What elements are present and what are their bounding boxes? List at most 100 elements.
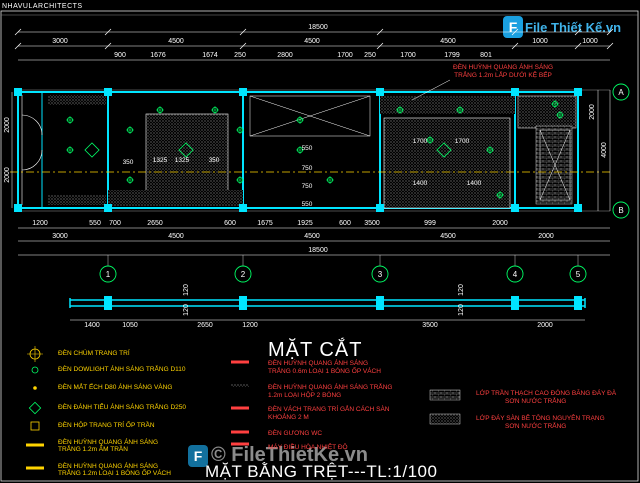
dim-section: 1200 [242, 322, 258, 329]
dim-inner: 750 [302, 183, 313, 190]
ceiling-panel-kitchen [383, 117, 511, 209]
dim-bottom-row1: 700 [109, 220, 121, 227]
dim-section-vert: 120 [183, 304, 190, 316]
spot-icon [33, 386, 37, 390]
dim-inner: 1700 [413, 138, 428, 145]
axis-label-row: A [618, 88, 624, 97]
section-column [574, 296, 582, 310]
plan-column [14, 204, 22, 212]
dim-bottom-row2: 4500 [168, 233, 184, 240]
dim-left: 2000 [4, 117, 11, 133]
dim-bottom-row1: 1200 [32, 220, 48, 227]
dim-top-sub: 2800 [277, 52, 293, 59]
dim-inner: 1400 [467, 180, 482, 187]
dim-top-row: 1000 [532, 38, 548, 45]
axis-label-col: 5 [576, 270, 581, 279]
dim-section: 3500 [422, 322, 438, 329]
dim-inner: 350 [123, 159, 134, 166]
plan-column [239, 204, 247, 212]
dim-section-vert: 120 [458, 284, 465, 296]
dim-section-vert: 120 [458, 304, 465, 316]
legend-entry: TRẮNG 1.2m LOẠI 1 BÓNG ỐP VÁCH [58, 470, 171, 477]
dim-bottom-row2: 2000 [538, 233, 554, 240]
section-column [511, 296, 519, 310]
dim-top-sub: 250 [234, 52, 246, 59]
legend-entry: ĐÈN ĐÁNH TIỂU ÁNH SÁNG TRẮNG D250 [58, 404, 186, 411]
dim-bottom-row1: 999 [424, 220, 436, 227]
legend-entry: ĐÈN HỘP TRANG TRÍ ỐP TRẦN [58, 422, 155, 429]
dim-section-vert: 120 [183, 284, 190, 296]
axis-label-row: B [618, 206, 623, 215]
fluorescent-mid-icon [231, 430, 249, 434]
dim-inner: 1400 [413, 180, 428, 187]
axis-label-col: 3 [378, 270, 383, 279]
legend-entry: 1.2m LOẠI HỘP 2 BÓNG [268, 392, 342, 399]
fluorescent-icon [26, 466, 44, 470]
dim-bottom-row1: 600 [224, 220, 236, 227]
dim-inner: 550 [302, 145, 313, 152]
dim-top-total: 18500 [308, 24, 328, 31]
dim-top-sub: 900 [114, 52, 126, 59]
dim-top-sub: 801 [480, 52, 492, 59]
dim-bottom-row1: 3500 [364, 220, 380, 227]
plan-column [104, 88, 112, 96]
dim-inner: 1700 [455, 138, 470, 145]
box-light-icon [30, 421, 40, 431]
axis-label-col: 1 [106, 270, 111, 279]
dim-bottom-row1: 2000 [492, 220, 508, 227]
dim-top-sub: 1799 [444, 52, 460, 59]
plan-column [574, 88, 582, 96]
note-line-2: TRẮNG 1.2m LẮP DƯỚI KỆ BẾP [454, 72, 552, 79]
fluorescent-mid-icon [231, 360, 249, 364]
plan-column [574, 204, 582, 212]
dim-bottom-row1: 1675 [257, 220, 273, 227]
ceiling-panel-living [145, 113, 229, 193]
dim-inner: 350 [209, 157, 220, 164]
legend-entry: LỚP TRẦN THẠCH CAO ĐÓNG BĂNG ĐÁY ĐÀ [476, 390, 617, 397]
plan-column [376, 88, 384, 96]
legend-entry: ĐÈN VÁCH TRANG TRÍ GẮN CÁCH SÀN [268, 406, 390, 413]
section-column [104, 296, 112, 310]
dim-inner: 1325 [175, 157, 190, 164]
axis-label-col: 4 [513, 270, 518, 279]
dim-bottom-row1: 1925 [297, 220, 313, 227]
dim-top-sub: 1676 [150, 52, 166, 59]
spot-cross [296, 116, 304, 124]
plan-column [14, 88, 22, 96]
spot-cross [126, 176, 134, 184]
top-dimensions [18, 31, 610, 61]
spot-cross [211, 106, 219, 114]
decor-light-icon [84, 142, 100, 158]
dim-bottom-row1: 550 [89, 220, 101, 227]
dim-section: 2650 [197, 322, 213, 329]
ceiling-panel-left2 [48, 195, 106, 205]
legend-entry: TRẮNG 0.6m LOẠI 1 BÓNG ỐP VÁCH [268, 368, 381, 375]
spot-cross [66, 116, 74, 124]
spot-cross [326, 176, 334, 184]
note-line-1: ĐÈN HUỲNH QUANG ÁNH SÁNG [453, 64, 554, 71]
legend-entry: TRẮNG 1.2m ÂM TRẦN [58, 446, 128, 453]
plan-column [376, 204, 384, 212]
legend-entry: SƠN NƯỚC TRẮNG [505, 398, 567, 405]
dim-top-row: 4500 [304, 38, 320, 45]
dim-right: 4000 [601, 142, 608, 158]
dim-top-sub: 1700 [337, 52, 353, 59]
legend-entry: LỚP ĐÁY SÀN BÊ TÔNG NGUYÊN TRẠNG [476, 415, 605, 422]
dim-bottom-total: 18500 [308, 247, 328, 254]
dim-bottom-row1: 600 [339, 220, 351, 227]
dim-top-row: 4500 [168, 38, 184, 45]
dim-right: 2000 [589, 104, 596, 120]
dim-bottom-row1: 2650 [147, 220, 163, 227]
fluorescent-mid-icon [231, 384, 249, 388]
section-columns [104, 296, 582, 310]
dim-top-row: 4500 [440, 38, 456, 45]
legend-entry: KHOẢNG 2 M [268, 414, 309, 421]
dim-inner: 1325 [153, 157, 168, 164]
plan-column [239, 88, 247, 96]
dim-section: 1050 [122, 322, 138, 329]
section-strip [69, 298, 586, 308]
plan-title: MẶT BẰNG TRỆT---TL:1/100 [205, 462, 438, 481]
ceiling-panel-mid [108, 190, 243, 206]
dim-inner: 750 [302, 165, 313, 172]
dim-left: 2000 [4, 167, 11, 183]
